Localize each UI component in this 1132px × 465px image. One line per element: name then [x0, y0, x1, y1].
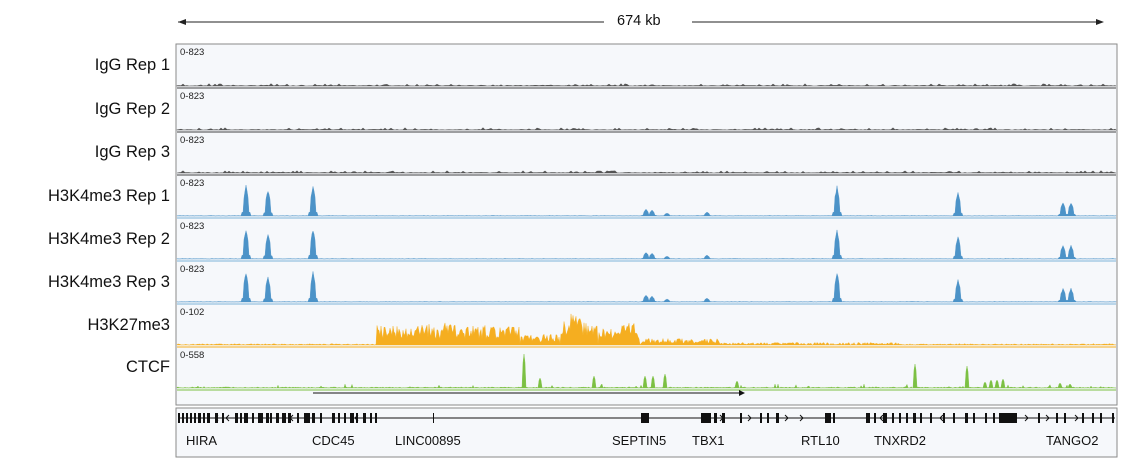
gene-exon [270, 413, 272, 423]
gene-exon [776, 413, 779, 423]
gene-exon [304, 413, 310, 423]
gene-exon [332, 413, 335, 423]
gene-exon [985, 413, 987, 423]
gene-label-linc00895: LINC00895 [395, 433, 461, 448]
track-panel-frame [175, 43, 1118, 406]
range-label-h3k4me3-1: 0-823 [180, 178, 205, 189]
gene-exon [833, 413, 835, 423]
gene-label-tbx1: TBX1 [692, 433, 725, 448]
gene-exon [1064, 413, 1066, 423]
gene-exon [178, 413, 180, 423]
gene-exon [207, 413, 210, 423]
gene-exon [240, 413, 242, 423]
gene-exon [266, 413, 269, 423]
gene-exon [930, 413, 932, 423]
gene-exon [182, 413, 184, 423]
gene-label-cdc45: CDC45 [312, 433, 355, 448]
gene-exon [883, 413, 887, 423]
gene-exon [714, 413, 717, 423]
gene-exon [866, 413, 870, 423]
gene-label-rtl10: RTL10 [801, 433, 840, 448]
range-label-igg2: 0-823 [180, 91, 205, 102]
gene-exon [338, 413, 340, 423]
gene-exon [282, 413, 286, 423]
range-label-h3k27me3: 0-102 [180, 307, 205, 318]
gene-exon [913, 413, 916, 423]
gene-exon [701, 413, 711, 423]
gene-exon [244, 413, 248, 423]
gene-exon [1082, 413, 1084, 423]
gene-label-tnxrd2: TNXRD2 [874, 433, 927, 448]
gene-exon [1056, 413, 1058, 423]
gene-exon [906, 413, 908, 423]
gene-exon [356, 413, 358, 423]
gene-exon [892, 413, 894, 423]
gene-exon [186, 413, 188, 423]
gene-exon [993, 413, 995, 423]
gene-exon [235, 413, 238, 423]
gene-exon [825, 413, 831, 423]
gene-exon [943, 413, 945, 423]
gene-exon [899, 413, 901, 423]
gene-exon [198, 413, 201, 423]
gene-label-septin5: SEPTIN5 [612, 433, 667, 448]
range-label-h3k4me3-3: 0-823 [180, 264, 205, 275]
range-label-ctcf: 0-558 [180, 350, 205, 361]
gene-exon [203, 413, 205, 423]
gene-exon [320, 413, 322, 423]
gene-exon [258, 413, 263, 423]
gene-exon [433, 413, 434, 423]
gene-exon [1092, 413, 1094, 423]
track-panel [175, 43, 1118, 458]
gene-exon [973, 413, 975, 423]
gene-exon [276, 413, 279, 423]
gene-exon [641, 413, 649, 423]
gene-exon [965, 413, 968, 423]
gene-exon [874, 413, 876, 423]
gene-exon [252, 413, 254, 423]
gene-exon [999, 413, 1017, 423]
gene-exon [222, 413, 224, 423]
gene-exon [312, 413, 315, 423]
gene-exon [363, 413, 366, 423]
gene-exon [190, 413, 192, 423]
gene-exon [344, 413, 346, 423]
gene-exon [740, 413, 742, 423]
gene-exon [1100, 413, 1102, 423]
gene-exon [953, 413, 955, 423]
gene-exon [297, 413, 299, 423]
range-label-igg3: 0-823 [180, 135, 205, 146]
gene-exon [194, 413, 196, 423]
range-label-igg1: 0-823 [180, 47, 205, 58]
gene-exon [760, 413, 762, 423]
gene-exon [1112, 413, 1114, 423]
range-label-h3k4me3-2: 0-823 [180, 221, 205, 232]
gene-label-tango2: TANGO2 [1046, 433, 1099, 448]
gene-label-hira: HIRA [186, 433, 218, 448]
gene-exon [1038, 413, 1040, 423]
gene-exon [767, 413, 769, 423]
gene-exon [370, 413, 372, 423]
gene-exon [920, 413, 922, 423]
gene-exon [350, 413, 354, 423]
gene-exon [375, 413, 377, 423]
